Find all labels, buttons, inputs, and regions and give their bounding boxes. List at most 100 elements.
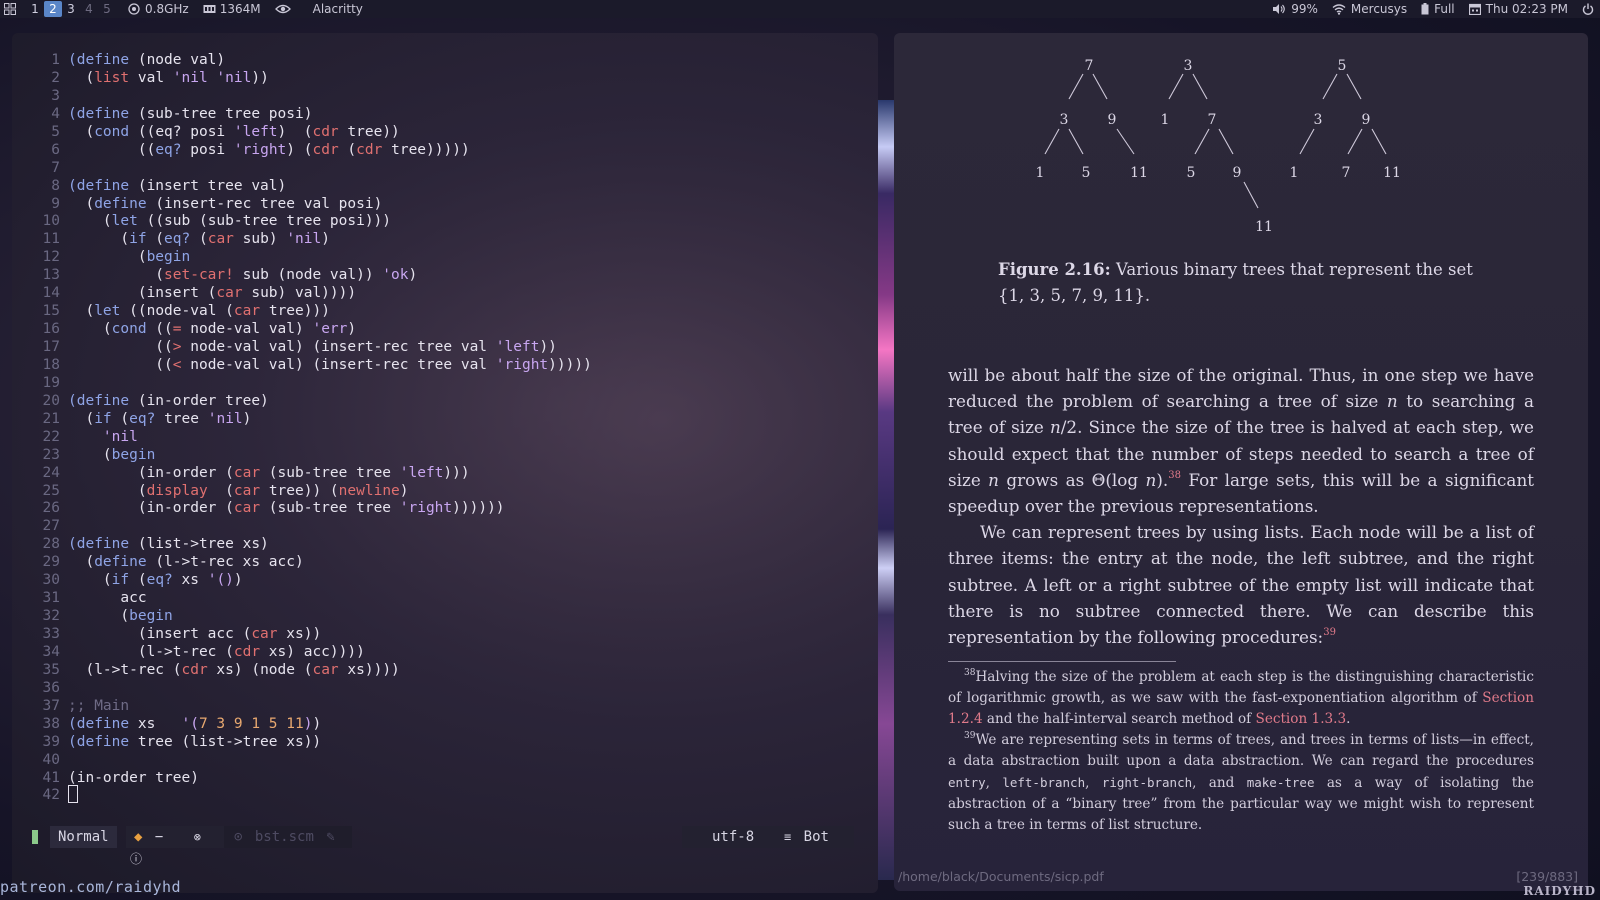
workspace-1[interactable]: 1 (26, 1, 44, 17)
cpu-frequency: 0.8GHz (145, 2, 189, 16)
code-line[interactable]: 34 (l->t-rec (cdr xs) acc)))) (30, 644, 850, 662)
code-line[interactable]: 11 (if (eq? (car sub) 'nil) (30, 231, 850, 249)
code-line[interactable]: 8 (define (insert tree val) (30, 178, 850, 196)
code-line[interactable]: 31 acc (30, 590, 850, 608)
pdf-reader-window[interactable]: 7 3 9 1 5 11 3 1 7 5 9 11 5 3 9 1 7 11 F… (894, 33, 1588, 891)
code-line[interactable]: 13 (set-car! sub (node val)) 'ok) (30, 267, 850, 285)
code-line[interactable]: 23 (begin (30, 447, 850, 465)
code-line[interactable]: 21 (if (eq? tree 'nil) (30, 411, 850, 429)
file-encoding: utf-8 (712, 829, 755, 845)
terminal-window[interactable]: 1 (define (node val) 2 (list val 'nil 'nil… (12, 33, 878, 893)
code-line[interactable]: 38 (define xs '(7 3 9 1 5 11)) (30, 716, 850, 734)
code-line[interactable]: 19 (30, 375, 850, 393)
edit-icon: ✎ (326, 829, 335, 845)
line-number: 30 (42, 572, 60, 589)
code-token: tree (list->tree xs)) (129, 733, 322, 750)
code-token: xs) (node ( (207, 661, 313, 678)
code-line[interactable]: 25 (display (car tree)) (newline) (30, 483, 850, 501)
code-buffer[interactable]: 1 (define (node val) 2 (list val 'nil 'nil… (30, 52, 850, 805)
code-line[interactable]: 14 (insert (car sub) val)))) (30, 285, 850, 303)
code-token: ( (68, 572, 112, 589)
code-line[interactable]: 41 (in-order tree) (30, 770, 850, 788)
code-token: ) ( (277, 123, 313, 140)
code-line[interactable]: 35 (l->t-rec (cdr xs) (node (car xs)))) (30, 662, 850, 680)
code-line[interactable]: 5 (cond ((eq? posi 'left) (cdr tree)) (30, 124, 850, 142)
footnote-number: 38 (964, 668, 976, 678)
code-token: ((eq? posi (129, 123, 234, 140)
footnote-ref-38[interactable]: 38 (1168, 470, 1181, 481)
code-token: xs (172, 572, 208, 589)
volume-widget[interactable]: 99% (1272, 2, 1318, 16)
code-token: ) (347, 321, 357, 338)
code-line[interactable]: 6 ((eq? posi 'right) (cdr (cdr tree))))) (30, 142, 850, 160)
code-token: val (129, 69, 173, 86)
code-line[interactable]: 9 (define (insert-rec tree val posi) (30, 196, 850, 214)
code-token: eq? (129, 410, 156, 427)
line-number: 37 (42, 697, 60, 714)
code-line[interactable]: 39 (define tree (list->tree xs)) (30, 734, 850, 752)
code-line[interactable]: 2 (list val 'nil 'nil)) (30, 70, 850, 88)
code-token: car (216, 285, 243, 302)
code-token: (( (68, 141, 156, 158)
clock-widget[interactable]: Thu 02:23 PM (1468, 2, 1568, 16)
code-line[interactable]: 18 ((< node-val val) (insert-rec tree va… (30, 357, 850, 375)
code-line[interactable]: 16 (cond ((= node-val val) 'err) (30, 321, 850, 339)
text-run: and the half-interval search method of (982, 711, 1256, 727)
code-line[interactable]: 40 (30, 752, 850, 770)
code-line[interactable]: 12 (begin (30, 249, 850, 267)
code-line[interactable]: 32 (begin (30, 608, 850, 626)
tree1-node: 5 (1082, 165, 1091, 181)
code-token: (node val) (129, 52, 226, 68)
wifi-icon (1332, 3, 1346, 15)
code-line[interactable]: 28 (define (list->tree xs) (30, 536, 850, 554)
code-line[interactable]: 17 ((> node-val val) (insert-rec tree va… (30, 339, 850, 357)
power-icon[interactable] (1582, 3, 1594, 15)
code-line[interactable]: 27 (30, 518, 850, 536)
code-token: (( (146, 321, 173, 338)
code-line[interactable]: 10 (let ((sub (sub-tree tree posi))) (30, 213, 850, 231)
tree2-node: 5 (1187, 165, 1196, 181)
code-token: ) (242, 410, 252, 427)
code-token: ) ( (286, 141, 313, 158)
code-token: ) (233, 572, 243, 589)
code-token: ( (207, 482, 234, 499)
code-token: (list->tree xs) (129, 536, 269, 553)
workspace-2[interactable]: 2 (44, 1, 62, 17)
code-line[interactable]: 1 (define (node val) (30, 52, 850, 70)
workspace-3[interactable]: 3 (62, 1, 80, 17)
math-var: n (1049, 417, 1061, 438)
section-link[interactable]: Section 1.3.3 (1256, 711, 1347, 727)
code-token: '( (181, 715, 199, 732)
code-token: ((node-val ( (120, 303, 234, 320)
battery-status: Full (1434, 2, 1455, 16)
code-token: if (129, 231, 147, 248)
workspace-4[interactable]: 4 (80, 1, 98, 17)
wifi-widget[interactable]: Mercusys (1332, 2, 1407, 16)
code-line[interactable]: 22 'nil (30, 429, 850, 447)
code-line[interactable]: 29 (define (l->t-rec xs acc) (30, 554, 850, 572)
code-line[interactable]: 33 (insert acc (car xs)) (30, 626, 850, 644)
layout-icon[interactable] (4, 3, 16, 15)
code-token: 'left (399, 464, 444, 481)
code-line[interactable]: 15 (let ((node-val (car tree))) (30, 303, 850, 321)
footnote-ref-39[interactable]: 39 (1323, 627, 1336, 638)
code-line[interactable]: 42 (30, 785, 850, 805)
code-token: cond (94, 123, 130, 140)
line-number: 1 (51, 52, 60, 68)
code-token: (define (68, 52, 130, 68)
paragraph: We can represent trees by using lists. E… (948, 519, 1534, 650)
code-token: ))))) (548, 356, 592, 373)
math-var: n (988, 469, 999, 490)
code-line[interactable]: 7 (30, 160, 850, 178)
code-line[interactable]: 30 (if (eq? xs '()) (30, 572, 850, 590)
code-line[interactable]: 37 ;; Main (30, 698, 850, 716)
workspace-5[interactable]: 5 (98, 1, 116, 17)
code-line[interactable]: 20 (define (in-order tree) (30, 393, 850, 411)
code-line[interactable]: 4 (define (sub-tree tree posi) (30, 106, 850, 124)
code-token: eq? (146, 572, 173, 589)
code-line[interactable]: 36 (30, 680, 850, 698)
code-line[interactable]: 3 (30, 88, 850, 106)
code-line[interactable]: 26 (in-order (car (sub-tree tree 'right)… (30, 500, 850, 518)
code-line[interactable]: 24 (in-order (car (sub-tree tree 'left))… (30, 465, 850, 483)
